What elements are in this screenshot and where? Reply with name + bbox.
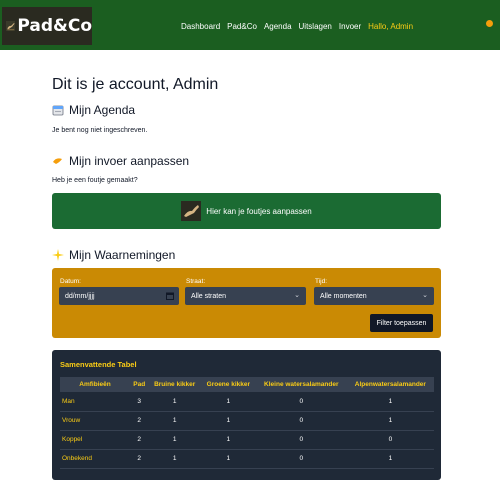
table-row: Koppel 2 1 1 0 0 [60,430,434,450]
table-cell: 1 [148,449,201,469]
table-row: Vrouw 2 1 1 0 1 [60,411,434,431]
row-label: Koppel [60,430,130,450]
table-row: Onbekend 2 1 1 0 1 [60,449,434,469]
row-label: Man [60,392,130,412]
toad-button-icon [181,201,202,221]
tijd-value: Alle momenten [320,292,367,300]
col-header: Bruine kikker [148,377,201,392]
table-cell: 1 [346,392,434,412]
table-cell: 2 [130,449,149,469]
col-header: Amfibieën [60,377,130,392]
table-cell: 2 [130,411,149,431]
straat-select[interactable]: Alle straten ⌄ [185,287,306,305]
agenda-title-text: Mijn Agenda [69,103,136,117]
table-cell: 1 [346,449,434,469]
table-cell: 0 [255,449,347,469]
tijd-label: Tijd: [315,278,328,285]
table-cell: 1 [200,392,256,412]
table-cell: 1 [200,449,256,469]
table-header-row: Amfibieën Pad Bruine kikker Groene kikke… [60,377,434,392]
status-dot-icon [486,20,493,27]
filter-panel: Datum: dd/mm/jjjj Straat: Alle straten ⌄… [52,268,441,338]
col-header: Alpenwatersalamander [346,377,434,392]
calendar-picker-icon[interactable] [166,292,174,300]
calendar-icon [52,105,64,116]
table-title: Samenvattende Tabel [60,360,137,369]
logo-text: Pad&Co [17,16,92,36]
table-cell: 0 [255,392,347,412]
table-cell: 0 [255,430,347,450]
chevron-down-icon: ⌄ [294,292,300,299]
table-cell: 1 [148,430,201,450]
filter-apply-button[interactable]: Filter toepassen [370,314,433,332]
sparkles-icon [52,249,64,261]
datum-label: Datum: [60,278,81,285]
invoer-section-title: Mijn invoer aanpassen [52,154,189,168]
summary-table-panel: Samenvattende Tabel Amfibieën Pad Bruine… [52,350,441,480]
col-header: Pad [130,377,149,392]
toad-logo-icon [6,21,16,31]
nav-agenda[interactable]: Agenda [264,22,292,31]
nav-dashboard[interactable]: Dashboard [181,22,220,31]
nav-uitslagen[interactable]: Uitslagen [299,22,332,31]
chevron-down-icon: ⌄ [422,292,428,299]
edit-entries-label: Hier kan je foutjes aanpassen [206,206,312,216]
invoer-title-text: Mijn invoer aanpassen [69,154,190,168]
edit-entries-button[interactable]: Hier kan je foutjes aanpassen [52,193,441,229]
table-cell: 1 [148,392,201,412]
agenda-section-title: Mijn Agenda [52,103,135,117]
table-row: Man 3 1 1 0 1 [60,392,434,412]
col-header: Groene kikker [200,377,256,392]
invoer-question-text: Heb je een foutje gemaakt? [52,177,138,184]
table-cell: 1 [346,411,434,431]
table-cell: 1 [148,411,201,431]
row-label: Vrouw [60,411,130,431]
table-cell: 1 [200,411,256,431]
waarnemingen-section-title: Mijn Waarnemingen [52,248,175,262]
straat-label: Straat: [186,278,206,285]
col-header: Kleine watersalamander [255,377,347,392]
row-label: Onbekend [60,449,130,469]
main-nav: Dashboard Pad&Co Agenda Uitslagen Invoer… [181,22,420,31]
table-cell: 2 [130,430,149,450]
nav-padco[interactable]: Pad&Co [227,22,257,31]
page-title: Dit is je account, Admin [52,76,219,93]
table-cell: 3 [130,392,149,412]
agenda-status-text: Je bent nog niet ingeschreven. [52,127,148,134]
table-cell: 1 [200,430,256,450]
nav-account-greeting[interactable]: Hallo, Admin [368,22,413,31]
datum-input[interactable]: dd/mm/jjjj [59,287,179,305]
tijd-select[interactable]: Alle momenten ⌄ [314,287,434,305]
nav-invoer[interactable]: Invoer [339,22,361,31]
datum-value: dd/mm/jjjj [65,292,95,300]
edit-icon [53,158,62,164]
waarnemingen-title-text: Mijn Waarnemingen [69,248,176,262]
table-cell: 0 [346,430,434,450]
table-cell: 0 [255,411,347,431]
top-header: Pad&Co Dashboard Pad&Co Agenda Uitslagen… [0,0,500,50]
straat-value: Alle straten [191,292,227,300]
site-logo[interactable]: Pad&Co [2,7,92,45]
summary-table: Amfibieën Pad Bruine kikker Groene kikke… [60,377,434,469]
